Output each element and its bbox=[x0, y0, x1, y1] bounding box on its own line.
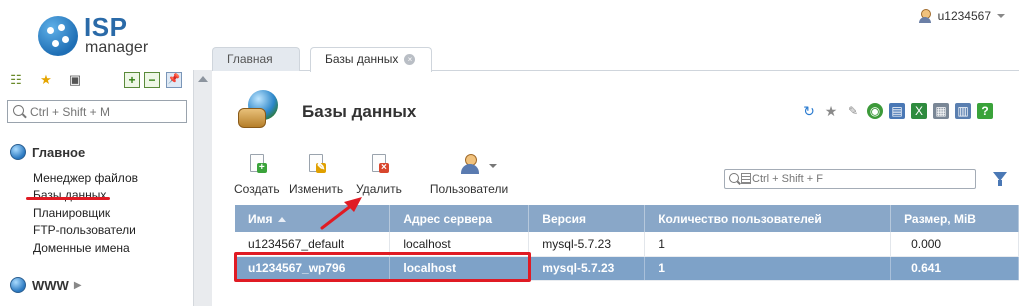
table-row[interactable]: u1234567_default localhost mysql-5.7.23 … bbox=[235, 232, 1019, 257]
excel-export-icon[interactable]: X bbox=[911, 103, 927, 119]
sidebar-item-ftp-users[interactable]: FTP-пользователи bbox=[33, 222, 138, 239]
sort-asc-icon bbox=[277, 216, 286, 222]
table-header-row: Имя Адрес сервера Версия Количество поль… bbox=[235, 205, 1019, 232]
collapse-all-icon[interactable]: − bbox=[144, 72, 160, 88]
user-icon bbox=[918, 9, 932, 23]
sidebar-scrollbar[interactable] bbox=[193, 70, 212, 306]
databases-table: Имя Адрес сервера Версия Количество поль… bbox=[235, 205, 1019, 281]
main-content: Базы данных ↻ ★ ✎ ◉ ▤ X ▦ ▥ ? + Создать … bbox=[212, 72, 1019, 306]
briefcase-icon[interactable]: ▣ bbox=[67, 72, 83, 88]
isp-manager-logo[interactable]: ISP manager bbox=[38, 12, 168, 58]
table-search-input[interactable] bbox=[752, 171, 972, 187]
column-header-name[interactable]: Имя bbox=[235, 205, 391, 232]
help-icon[interactable]: ? bbox=[977, 103, 993, 119]
table-search[interactable] bbox=[724, 169, 976, 189]
delete-label: Удалить bbox=[356, 182, 402, 196]
sidebar-item-domains[interactable]: Доменные имена bbox=[33, 240, 138, 257]
sidebar-nav: Менеджер файлов Базы данных Планировщик … bbox=[33, 170, 138, 257]
sidebar: ISP manager ☷ ★ ▣ + − 📌 Главное Менеджер… bbox=[0, 0, 192, 306]
create-label: Создать bbox=[234, 182, 280, 196]
star-icon[interactable]: ★ bbox=[823, 103, 839, 119]
tab-label: Главная bbox=[227, 52, 273, 66]
globe-icon bbox=[10, 277, 26, 293]
table-row-selected[interactable]: u1234567_wp796 localhost mysql-5.7.23 1 … bbox=[235, 256, 1019, 281]
sidebar-section-main[interactable]: Главное bbox=[10, 143, 85, 161]
logo-subtext: manager bbox=[85, 39, 149, 56]
chevron-down-icon bbox=[997, 14, 1005, 18]
sidebar-section-title: WWW bbox=[32, 277, 69, 293]
sidebar-search[interactable] bbox=[7, 100, 187, 123]
globe-icon bbox=[10, 144, 26, 160]
search-icon bbox=[729, 173, 739, 183]
cell-name: u1234567_wp796 bbox=[235, 256, 391, 281]
annotation-underline bbox=[26, 197, 110, 200]
cell-server: localhost bbox=[389, 256, 530, 281]
search-scope-icon bbox=[741, 173, 751, 184]
pin-icon[interactable]: 📌 bbox=[166, 72, 182, 88]
scroll-up-icon[interactable] bbox=[198, 76, 208, 82]
page-toolbar: ↻ ★ ✎ ◉ ▤ X ▦ ▥ ? bbox=[801, 103, 993, 121]
search-icon bbox=[13, 105, 24, 116]
user-name: u1234567 bbox=[937, 9, 991, 23]
page-title: Базы данных bbox=[302, 102, 417, 121]
pin-icon[interactable]: ✎ bbox=[845, 103, 861, 119]
sidebar-section-www[interactable]: WWW ▶ bbox=[10, 276, 82, 294]
cell-users: 1 bbox=[644, 232, 892, 257]
help-globe-icon[interactable]: ◉ bbox=[867, 103, 883, 119]
chevron-down-icon bbox=[489, 164, 497, 168]
tree-view-icon[interactable]: ☷ bbox=[8, 72, 24, 88]
cell-size: 0.641 bbox=[890, 256, 1019, 281]
tab-databases[interactable]: Базы данных × bbox=[310, 47, 432, 72]
logo-text: ISP bbox=[84, 12, 128, 42]
sidebar-toolbar: ☷ ★ ▣ + − 📌 bbox=[8, 72, 188, 92]
tabs-bar: Главная Базы данных × bbox=[212, 47, 1019, 72]
sidebar-search-input[interactable] bbox=[30, 103, 180, 120]
logo-mark-icon bbox=[38, 16, 78, 56]
user-menu[interactable]: u1234567 bbox=[918, 7, 1005, 25]
expand-all-icon[interactable]: + bbox=[124, 72, 140, 88]
database-globe-icon bbox=[238, 90, 278, 130]
cell-version: mysql-5.7.23 bbox=[528, 232, 646, 257]
chevron-right-icon: ▶ bbox=[73, 279, 82, 291]
sidebar-item-file-manager[interactable]: Менеджер файлов bbox=[33, 170, 138, 187]
sidebar-section-title: Главное bbox=[32, 144, 86, 160]
column-header-users[interactable]: Количество пользователей bbox=[644, 205, 892, 232]
edit-button[interactable]: ✎ Изменить bbox=[289, 154, 343, 196]
copy-icon[interactable]: ▤ bbox=[889, 103, 905, 119]
table-settings-icon[interactable]: ▥ bbox=[955, 103, 971, 119]
filter-icon[interactable] bbox=[993, 172, 1007, 186]
delete-button[interactable]: × Удалить bbox=[356, 154, 402, 196]
print-icon[interactable]: ▦ bbox=[933, 103, 949, 119]
users-label: Пользователи bbox=[429, 182, 509, 196]
cell-version: mysql-5.7.23 bbox=[528, 256, 646, 281]
refresh-icon[interactable]: ↻ bbox=[801, 103, 817, 119]
sidebar-item-scheduler[interactable]: Планировщик bbox=[33, 205, 138, 222]
cell-size: 0.000 bbox=[890, 232, 1019, 257]
create-button[interactable]: + Создать bbox=[234, 154, 280, 196]
edit-label: Изменить bbox=[289, 182, 344, 196]
cell-name: u1234567_default bbox=[235, 232, 391, 257]
tab-home[interactable]: Главная bbox=[212, 47, 300, 71]
column-header-size[interactable]: Размер, MiB bbox=[890, 205, 1019, 232]
column-header-version[interactable]: Версия bbox=[528, 205, 646, 232]
tab-label: Базы данных bbox=[325, 52, 399, 66]
users-button[interactable]: Пользователи bbox=[429, 154, 509, 196]
favorites-star-icon[interactable]: ★ bbox=[38, 72, 54, 88]
users-icon bbox=[461, 154, 479, 174]
close-icon[interactable]: × bbox=[404, 54, 416, 66]
column-header-server[interactable]: Адрес сервера bbox=[389, 205, 530, 232]
cell-server: localhost bbox=[389, 232, 530, 257]
cell-users: 1 bbox=[644, 256, 892, 281]
